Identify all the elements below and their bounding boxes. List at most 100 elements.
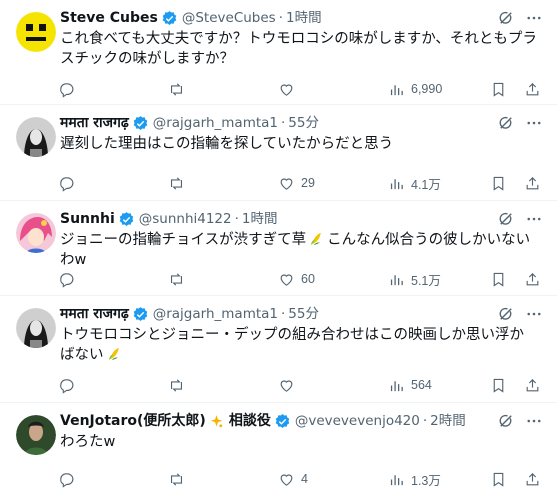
- reply-button[interactable]: [58, 79, 81, 99]
- separator-dot: ·: [281, 306, 286, 322]
- separator-dot: ·: [278, 10, 284, 26]
- avatar[interactable]: [16, 117, 56, 157]
- more-icon[interactable]: [525, 210, 543, 228]
- avatar[interactable]: [16, 213, 56, 253]
- author-name[interactable]: Sunnhi: [60, 209, 115, 229]
- more-icon[interactable]: [525, 412, 543, 430]
- grok-icon[interactable]: [497, 114, 515, 132]
- author-name[interactable]: ममता राजगढ़: [60, 113, 129, 133]
- views-button[interactable]: 1.3万: [388, 469, 441, 489]
- more-icon[interactable]: [525, 305, 543, 323]
- author-handle[interactable]: @SteveCubes: [182, 8, 276, 28]
- author-name[interactable]: VenJotaro(便所太郎): [60, 411, 206, 431]
- verified-badge-icon: [161, 10, 178, 27]
- views-button[interactable]: 6,990: [388, 79, 442, 99]
- likes-count: 4: [301, 472, 308, 486]
- post-steve-cubes[interactable]: Steve Cubes @SteveCubes · 1時間 これ食べても大丈夫で…: [0, 0, 557, 105]
- bookmark-button[interactable]: [490, 469, 507, 489]
- avatar[interactable]: [16, 415, 56, 455]
- separator-dot: ·: [281, 115, 286, 131]
- avatar[interactable]: [16, 12, 56, 52]
- post-actions: 4 1.3万: [58, 469, 548, 489]
- post-actions: 60 5.1万: [58, 269, 548, 289]
- post-venjotaro[interactable]: VenJotaro(便所太郎) 相談役 @vevevevenjo420 · 2時…: [0, 403, 557, 498]
- views-count: 1.3万: [411, 473, 441, 488]
- separator-dot: ·: [422, 413, 428, 429]
- author-name[interactable]: ममता राजगढ़: [60, 304, 129, 324]
- more-icon[interactable]: [525, 114, 543, 132]
- author-handle[interactable]: @rajgarh_mamta1: [153, 113, 278, 133]
- like-button[interactable]: 60: [278, 269, 315, 289]
- post-top-actions: [497, 9, 543, 27]
- post-time[interactable]: 1時間: [286, 8, 322, 28]
- views-button[interactable]: 564: [388, 375, 432, 395]
- share-button[interactable]: [524, 173, 541, 193]
- post-mamta-1[interactable]: ममता राजगढ़ @rajgarh_mamta1 · 55分 遅刻した理由…: [0, 105, 557, 201]
- like-button[interactable]: 29: [278, 173, 315, 193]
- bookmark-button[interactable]: [490, 173, 507, 193]
- post-time[interactable]: 55分: [288, 113, 319, 133]
- reply-button[interactable]: [58, 269, 81, 289]
- post-time[interactable]: 1時間: [242, 209, 278, 229]
- post-header: ममता राजगढ़ @rajgarh_mamta1 · 55分: [60, 113, 319, 133]
- author-handle[interactable]: @sunnhi4122: [139, 209, 232, 229]
- likes-count: 60: [301, 272, 315, 286]
- bookmark-button[interactable]: [490, 375, 507, 395]
- post-top-actions: [497, 210, 543, 228]
- verified-badge-icon: [118, 211, 135, 228]
- post-time[interactable]: 2時間: [430, 411, 466, 431]
- author-handle[interactable]: @rajgarh_mamta1: [153, 304, 278, 324]
- like-button[interactable]: [278, 79, 301, 99]
- retweet-button[interactable]: [168, 269, 191, 289]
- post-text: わろたw: [60, 434, 116, 450]
- reply-button[interactable]: [58, 469, 81, 489]
- retweet-button[interactable]: [168, 375, 191, 395]
- like-button[interactable]: 4: [278, 469, 308, 489]
- author-handle[interactable]: @vevevevenjo420: [295, 411, 420, 431]
- reply-button[interactable]: [58, 173, 81, 193]
- share-button[interactable]: [524, 375, 541, 395]
- likes-count: 29: [301, 176, 315, 190]
- verified-badge-icon: [132, 306, 149, 323]
- like-button[interactable]: [278, 375, 301, 395]
- share-button[interactable]: [524, 79, 541, 99]
- more-icon[interactable]: [525, 9, 543, 27]
- post-time[interactable]: 55分: [288, 304, 319, 324]
- grok-icon[interactable]: [497, 210, 515, 228]
- post-mamta-2[interactable]: ममता राजगढ़ @rajgarh_mamta1 · 55分 トウモロコシ…: [0, 296, 557, 403]
- post-actions: 6,990: [58, 79, 548, 99]
- views-button[interactable]: 4.1万: [388, 173, 441, 193]
- post-header: VenJotaro(便所太郎) 相談役 @vevevevenjo420 · 2時…: [60, 411, 466, 431]
- author-name[interactable]: Steve Cubes: [60, 8, 158, 28]
- post-text: これ食べても大丈夫ですか？トウモロコシの味がしますか、それともプラスチックの味が…: [60, 31, 537, 67]
- grok-icon[interactable]: [497, 9, 515, 27]
- retweet-button[interactable]: [168, 469, 191, 489]
- grok-icon[interactable]: [497, 305, 515, 323]
- retweet-button[interactable]: [168, 173, 191, 193]
- post-header: Steve Cubes @SteveCubes · 1時間: [60, 8, 322, 28]
- bookmark-button[interactable]: [490, 269, 507, 289]
- corn-emoji-icon: [308, 230, 325, 247]
- corn-emoji-icon: [106, 345, 123, 362]
- separator-dot: ·: [234, 211, 239, 227]
- author-name-suffix: 相談役: [228, 413, 271, 429]
- reply-button[interactable]: [58, 375, 81, 395]
- grok-icon[interactable]: [497, 412, 515, 430]
- post-text: 遅刻した理由はこの指輪を探していたからだと思う: [60, 136, 394, 152]
- post-text: トウモロコシとジョニー・デップの組み合わせはこの映画しか思い浮かばない: [60, 327, 524, 363]
- post-top-actions: [497, 114, 543, 132]
- bookmark-button[interactable]: [490, 79, 507, 99]
- views-count: 564: [411, 378, 432, 392]
- post-header: Sunnhi @sunnhi4122 · 1時間: [60, 209, 278, 229]
- views-button[interactable]: 5.1万: [388, 269, 441, 289]
- views-count: 6,990: [411, 82, 443, 96]
- verified-badge-icon: [274, 413, 291, 430]
- post-sunnhi[interactable]: Sunnhi @sunnhi4122 · 1時間 ジョニーの指輪チョイスが渋すぎ…: [0, 201, 557, 296]
- share-button[interactable]: [524, 469, 541, 489]
- post-text: ジョニーの指輪チョイスが渋すぎて草 こんなん似合うの彼しかいないわw: [60, 230, 531, 268]
- share-button[interactable]: [524, 269, 541, 289]
- avatar[interactable]: [16, 308, 56, 348]
- views-count: 4.1万: [411, 177, 441, 192]
- verified-badge-icon: [132, 115, 149, 132]
- retweet-button[interactable]: [168, 79, 191, 99]
